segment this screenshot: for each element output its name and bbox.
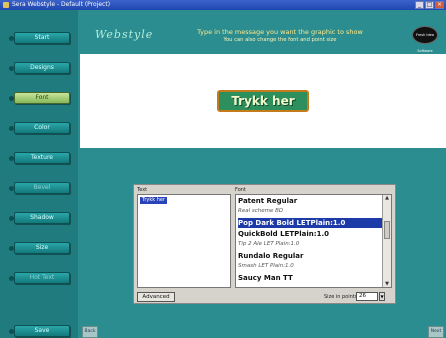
window-controls: _ □ × <box>415 1 444 9</box>
bullet-icon <box>9 96 14 101</box>
app-icon <box>3 2 9 8</box>
font-item-pop-dark[interactable]: Pop Dark Bold LETPlain:1.0 <box>238 218 384 228</box>
bullet-icon <box>9 36 14 41</box>
graphic-preview: Trykk her <box>217 90 309 112</box>
sidebar-item-label: Designs <box>30 64 54 71</box>
font-preview-patent: Real scheme BD <box>238 208 284 214</box>
sidebar: Start Designs Font Color Texture Bevel S… <box>0 10 78 338</box>
sidebar-item-label: Bevel <box>33 184 51 191</box>
bullet-icon <box>9 329 14 334</box>
sidebar-item-shadow[interactable]: Shadow <box>9 212 70 224</box>
next-button[interactable]: Next <box>428 326 444 338</box>
font-item-patent[interactable]: Patent Regular <box>238 196 384 206</box>
sidebar-item-label: Hot Text <box>29 274 55 281</box>
instruction-subtitle: You can also change the font and point s… <box>223 37 337 43</box>
back-button[interactable]: Back <box>82 326 98 338</box>
text-input[interactable]: Trykk her <box>137 194 231 288</box>
sidebar-item-label: Font <box>35 94 49 101</box>
minimize-icon[interactable]: _ <box>415 1 424 9</box>
size-input[interactable]: 26 <box>356 292 378 301</box>
sidebar-item-label: Color <box>34 124 50 131</box>
title-bar: Sera Webstyle - Default (Project) _ □ × <box>0 0 446 10</box>
sidebar-item-designs[interactable]: Designs <box>9 62 70 74</box>
sidebar-item-size[interactable]: Size <box>9 242 70 254</box>
bullet-icon <box>9 66 14 71</box>
window-title: Sera Webstyle - Default (Project) <box>12 1 111 8</box>
webstyle-logo: Webstyle <box>95 28 154 41</box>
close-icon[interactable]: × <box>435 1 444 9</box>
instruction-text: Type in the message you want the graphic… <box>175 28 385 44</box>
text-label: Text <box>137 187 148 193</box>
font-list[interactable]: Patent Regular Real scheme BD Pop Dark B… <box>235 194 392 288</box>
sidebar-item-font[interactable]: Font <box>9 92 70 104</box>
scroll-thumb[interactable] <box>384 221 390 239</box>
sidebar-item-label: Texture <box>31 154 53 161</box>
fresh-idea-logo: Fresh Idea Software <box>412 26 438 53</box>
font-preview-quickbold: Tip 2 Ale LET Plain:1.0 <box>238 241 300 247</box>
font-label: Font <box>235 187 246 193</box>
size-dropdown-icon[interactable]: ▼ <box>379 292 385 301</box>
bullet-icon <box>9 126 14 131</box>
bullet-icon <box>9 156 14 161</box>
sidebar-item-label: Size <box>35 244 49 251</box>
font-list-scrollbar[interactable]: ▲ ▼ <box>382 195 391 287</box>
graphic-preview-area: Trykk her <box>80 54 446 148</box>
sidebar-item-label: Save <box>34 327 50 334</box>
size-label: Size in points <box>324 294 358 300</box>
bullet-icon <box>9 276 14 281</box>
sidebar-item-save[interactable]: Save <box>9 325 70 337</box>
scroll-up-icon[interactable]: ▲ <box>384 195 390 201</box>
font-item-quickbold[interactable]: QuickBold LETPlain:1.0 <box>238 229 384 239</box>
sidebar-item-texture[interactable]: Texture <box>9 152 70 164</box>
bullet-icon <box>9 186 14 191</box>
scroll-down-icon[interactable]: ▼ <box>384 281 390 287</box>
selected-text: Trykk her <box>140 197 168 204</box>
sidebar-item-label: Shadow <box>30 214 54 221</box>
bullet-icon <box>9 246 14 251</box>
sidebar-item-color[interactable]: Color <box>9 122 70 134</box>
bullet-icon <box>9 216 14 221</box>
font-preview-rundalo: Smash LET Plain:1.0 <box>238 263 294 269</box>
font-item-rundalo[interactable]: Rundalo Regular <box>238 251 384 261</box>
maximize-icon[interactable]: □ <box>425 1 434 9</box>
advanced-button[interactable]: Advanced <box>137 292 175 302</box>
instruction-title: Type in the message you want the graphic… <box>197 28 363 36</box>
sidebar-item-bevel[interactable]: Bevel <box>9 182 70 194</box>
sidebar-item-start[interactable]: Start <box>9 32 70 44</box>
font-dialog: Text Font Trykk her Patent Regular Real … <box>133 184 396 304</box>
font-item-saucy[interactable]: Saucy Man TT <box>238 273 384 283</box>
sidebar-item-hot-text[interactable]: Hot Text <box>9 272 70 284</box>
sidebar-item-label: Start <box>34 34 50 41</box>
